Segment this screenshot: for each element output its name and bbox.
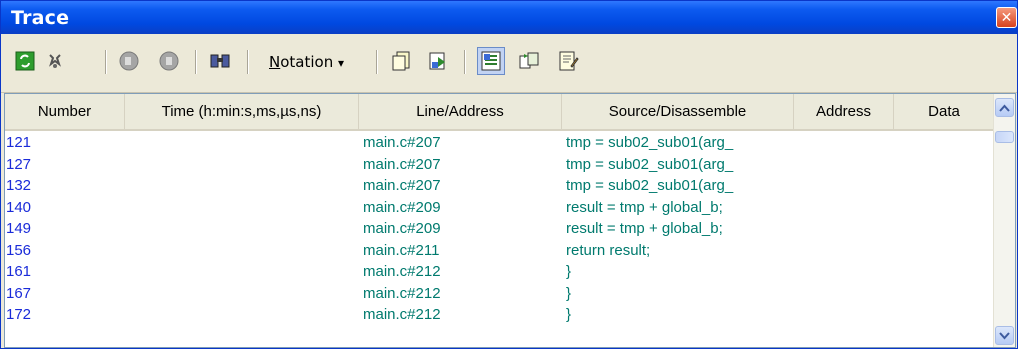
cell-number: 149 (6, 220, 32, 237)
column-header-address[interactable]: Address (794, 94, 894, 129)
refresh-icon (15, 51, 35, 71)
cell-source: return result; (566, 241, 651, 259)
notation-label: otation (280, 53, 334, 71)
cell-line-address: main.c#209 (363, 198, 441, 216)
cell-number: 140 (6, 198, 32, 216)
cell-line-address: main.c#209 (363, 220, 441, 237)
cell-line-address: main.c#212 (363, 263, 441, 280)
title-bar[interactable]: Trace ✕ (1, 1, 1017, 34)
cell-source: result = tmp + global_b; (566, 198, 723, 216)
find-icon (210, 54, 230, 68)
edit-icon (559, 51, 579, 71)
table-row[interactable]: 127 main.c#207 tmp = sub02_sub01(arg_ (5, 154, 995, 176)
cell-line-address: main.c#207 (363, 155, 441, 173)
export-icon (429, 52, 445, 70)
export-button[interactable] (424, 47, 452, 75)
cell-line-address: main.c#211 (363, 241, 440, 259)
table-row[interactable]: 156 main.c#211 return result; (5, 240, 995, 262)
mixed-view-button[interactable] (477, 47, 505, 75)
cell-number: 167 (6, 284, 32, 302)
copy-icon (392, 51, 410, 71)
scroll-thumb[interactable] (995, 131, 1014, 143)
cell-number: 156 (6, 241, 32, 259)
cell-source: tmp = sub02_sub01(arg_ (566, 155, 734, 173)
toolbar: Notation ▾ (1, 34, 1017, 93)
window-title: Trace (11, 7, 70, 29)
chevron-down-icon (999, 331, 1010, 339)
cell-source: tmp = sub02_sub01(arg_ (566, 177, 734, 194)
column-header-source[interactable]: Source/Disassemble (562, 94, 794, 129)
cell-number: 127 (6, 155, 32, 173)
cell-line-address: main.c#212 (363, 306, 441, 323)
step-forward-icon (159, 51, 179, 71)
toolbar-separator (195, 50, 197, 74)
cell-line-address: main.c#207 (363, 134, 441, 151)
table-row[interactable]: 140 main.c#209 result = tmp + global_b; (5, 197, 995, 219)
scroll-down-button[interactable] (995, 326, 1014, 345)
pin-button[interactable] (41, 47, 69, 75)
find-button[interactable] (206, 47, 234, 75)
link-button[interactable] (515, 47, 543, 75)
cell-number: 161 (6, 263, 32, 280)
close-button[interactable]: ✕ (996, 7, 1017, 28)
cell-source: } (566, 263, 572, 280)
cell-line-address: main.c#212 (363, 284, 441, 302)
mixed-view-icon (481, 51, 501, 71)
pin-icon (49, 54, 61, 68)
cell-source: } (566, 284, 572, 302)
cell-source: } (566, 306, 572, 323)
cell-number: 132 (6, 177, 32, 194)
scroll-up-button[interactable] (995, 98, 1014, 117)
toolbar-separator (464, 50, 466, 74)
toolbar-separator (247, 50, 249, 74)
cell-source: tmp = sub02_sub01(arg_ (566, 134, 734, 151)
step-forward-button[interactable] (155, 47, 183, 75)
column-header-time[interactable]: Time (h:min:s,ms,µs,ns) (125, 94, 359, 129)
table-row[interactable]: 161 main.c#212 } (5, 261, 995, 283)
table-row[interactable]: 149 main.c#209 result = tmp + global_b; (5, 218, 995, 240)
step-back-button[interactable] (115, 47, 143, 75)
column-header-number[interactable]: Number (5, 94, 125, 129)
cell-number: 172 (6, 306, 32, 323)
notation-dropdown[interactable]: Notation ▾ (269, 53, 344, 71)
cell-line-address: main.c#207 (363, 177, 441, 194)
table-row[interactable]: 121 main.c#207 tmp = sub02_sub01(arg_ (5, 132, 995, 154)
column-header-line-address[interactable]: Line/Address (359, 94, 562, 129)
toolbar-separator (376, 50, 378, 74)
close-icon: ✕ (1000, 9, 1013, 26)
toolbar-separator (105, 50, 107, 74)
step-back-icon (119, 51, 139, 71)
column-header-data[interactable]: Data (894, 94, 995, 129)
vertical-scrollbar[interactable] (993, 94, 1015, 347)
refresh-button[interactable] (11, 47, 39, 75)
trace-window: Trace ✕ Notation ▾ Number Time (h:min:s,… (0, 0, 1018, 349)
table-row[interactable]: 167 main.c#212 } (5, 283, 995, 305)
cell-number: 121 (6, 134, 32, 151)
table-row[interactable]: 132 main.c#207 tmp = sub02_sub01(arg_ (5, 175, 995, 197)
trace-table: Number Time (h:min:s,ms,µs,ns) Line/Addr… (4, 93, 1016, 348)
chevron-down-icon: ▾ (338, 56, 345, 70)
cell-source: result = tmp + global_b; (566, 220, 723, 237)
link-icon (519, 52, 539, 69)
notation-accel-key: N (269, 53, 281, 71)
table-row[interactable]: 172 main.c#212 } (5, 304, 995, 326)
edit-button[interactable] (554, 47, 582, 75)
table-header: Number Time (h:min:s,ms,µs,ns) Line/Addr… (5, 94, 995, 131)
chevron-up-icon (999, 104, 1010, 112)
copy-button[interactable] (388, 47, 416, 75)
